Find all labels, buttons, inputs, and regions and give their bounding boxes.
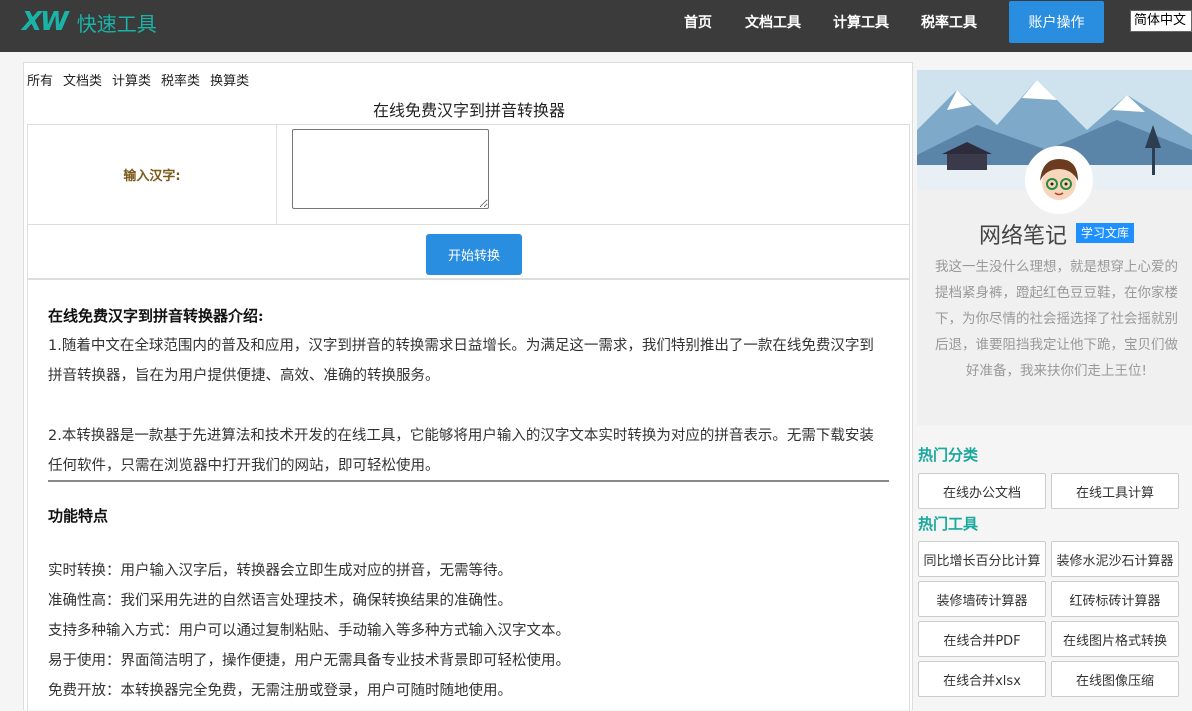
feature-item: 支持多种输入方式：用户可以通过复制粘贴、手动输入等多种方式输入汉字文本。 [48,623,570,639]
nav-calc-tools[interactable]: 计算工具 [833,12,889,32]
form-divider-horizontal [28,224,909,225]
hot-tool-link[interactable]: 在线合并PDF [918,621,1046,657]
logo-name: 快速工具 [76,11,157,36]
category-tax[interactable]: 税率类 [161,70,200,89]
input-label: 输入汉字: [123,169,181,184]
nav-doc-tools[interactable]: 文档工具 [745,12,801,32]
profile-name: 网络笔记 [979,224,1068,249]
hot-tool-link[interactable]: 在线合并xlsx [918,661,1046,697]
hot-categories-title: 热门分类 [918,446,979,464]
category-links: 所有 文档类 计算类 税率类 换算类 [27,70,249,89]
hot-tool-link[interactable]: 装修水泥沙石计算器 [1051,541,1179,577]
article-content: 在线免费汉字到拼音转换器介绍: 1.随着中文在全球范围内的普及和应用，汉字到拼音… [27,279,910,711]
profile-badge[interactable]: 学习文库 [1076,223,1135,243]
nav-tax-tools[interactable]: 税率工具 [921,12,977,32]
intro-heading: 在线免费汉字到拼音转换器介绍: [48,307,264,325]
converter-form: 输入汉字: 开始转换 [27,124,910,279]
hot-tools-title: 热门工具 [918,515,979,533]
hot-tool-link[interactable]: 同比增长百分比计算 [918,541,1046,577]
section-divider [48,480,889,482]
feature-item: 实时转换：用户输入汉字后，转换器会立即生成对应的拼音，无需等待。 [48,563,512,579]
form-divider-vertical [276,125,277,224]
hot-category-link[interactable]: 在线办公文档 [918,473,1046,509]
features-heading: 功能特点 [48,507,109,525]
logo-mark: XW [22,7,69,37]
category-doc[interactable]: 文档类 [63,70,102,89]
hot-category-link[interactable]: 在线工具计算 [1051,473,1179,509]
hot-tool-link[interactable]: 在线图像压缩 [1051,661,1179,697]
start-convert-button[interactable]: 开始转换 [426,234,522,275]
avatar[interactable] [1025,146,1093,214]
main-panel: 所有 文档类 计算类 税率类 换算类 在线免费汉字到拼音转换器 输入汉字: 开始… [23,62,913,711]
hot-tool-link[interactable]: 红砖标砖计算器 [1051,581,1179,617]
account-button[interactable]: 账户操作 [1009,1,1104,43]
top-navbar: XW 快速工具 首页 文档工具 计算工具 税率工具 账户操作 简体中文 [0,0,1192,52]
page-title: 在线免费汉字到拼音转换器 [372,101,565,120]
site-logo[interactable]: XW 快速工具 [22,6,157,38]
profile-description: 我这一生没什么理想，就是想穿上心爱的提档紧身裤，蹬起红色豆豆鞋，在你家楼下，为你… [935,259,1178,379]
feature-item: 准确性高：我们采用先进的自然语言处理技术，确保转换结果的准确性。 [48,593,512,609]
intro-paragraph-2: 2.本转换器是一款基于先进算法和技术开发的在线工具，它能够将用户输入的汉字文本实… [48,428,874,474]
intro-paragraph-1: 1.随着中文在全球范围内的普及和应用，汉字到拼音的转换需求日益增长。为满足这一需… [48,338,874,384]
feature-item: 易于使用：界面简洁明了，操作便捷，用户无需具备专业技术背景即可轻松使用。 [48,653,570,669]
category-all[interactable]: 所有 [27,70,53,89]
chinese-text-input[interactable] [292,129,489,209]
language-select[interactable]: 简体中文 [1130,10,1192,32]
profile-card: 网络笔记 学习文库 我这一生没什么理想，就是想穿上心爱的提档紧身裤，蹬起红色豆豆… [917,70,1192,425]
hot-tool-link[interactable]: 在线图片格式转换 [1051,621,1179,657]
category-calc[interactable]: 计算类 [112,70,151,89]
category-convert[interactable]: 换算类 [210,70,249,89]
feature-item: 免费开放：本转换器完全免费，无需注册或登录，用户可随时随地使用。 [48,683,512,699]
nav-home[interactable]: 首页 [684,12,712,32]
hot-tool-link[interactable]: 装修墙砖计算器 [918,581,1046,617]
